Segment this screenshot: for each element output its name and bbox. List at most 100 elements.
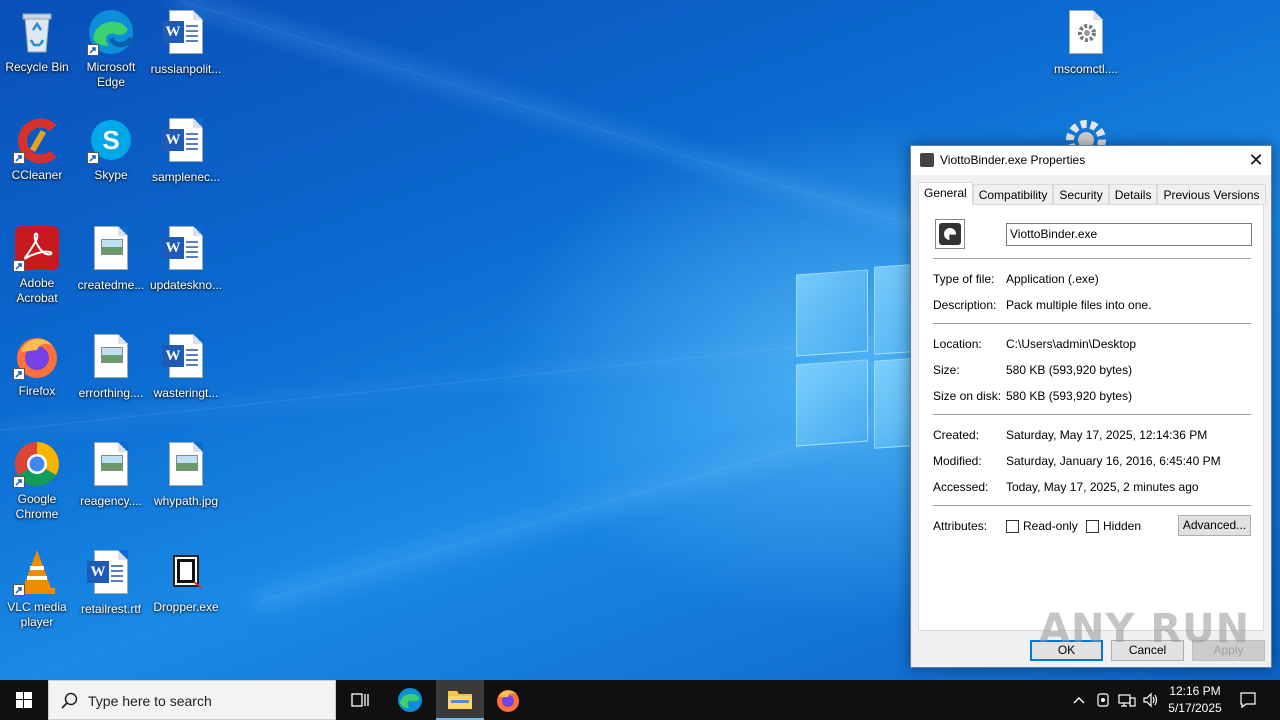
desktop-icon-word-document[interactable]: W samplenec... [148, 116, 224, 185]
network-button[interactable] [1116, 680, 1138, 720]
firefox-icon [13, 332, 61, 380]
start-button[interactable] [0, 680, 48, 720]
cancel-button[interactable]: Cancel [1111, 640, 1184, 661]
location-label: Location: [933, 337, 982, 351]
clock-date: 5/17/2025 [1168, 701, 1222, 715]
show-hidden-icons-button[interactable] [1068, 680, 1090, 720]
taskbar-clock[interactable]: 12:16 PM 5/17/2025 [1160, 683, 1230, 717]
word-document-icon: W [87, 550, 135, 598]
svg-text:S: S [102, 125, 119, 155]
task-view-button[interactable] [336, 680, 384, 720]
vlc-cone-icon [13, 548, 61, 596]
folder-icon [448, 691, 472, 709]
edge-icon [87, 8, 135, 56]
description-value: Pack multiple files into one. [1006, 298, 1152, 312]
tab-security[interactable]: Security [1053, 184, 1109, 205]
modified-value: Saturday, January 16, 2016, 6:45:40 PM [1006, 454, 1221, 468]
properties-dialog[interactable]: ViottoBinder.exe Properties ✕ General Co… [910, 145, 1272, 668]
desktop-icon-label: Dropper.exe [153, 600, 219, 614]
image-file-icon [87, 334, 135, 382]
network-icon [1118, 694, 1136, 707]
desktop-icon-label: mscomctl.... [1053, 62, 1118, 76]
created-label: Created: [933, 428, 980, 442]
dialog-titlebar[interactable]: ViottoBinder.exe Properties ✕ [911, 146, 1271, 175]
description-label: Description: [933, 298, 997, 312]
desktop-icon-microsoft-edge[interactable]: Microsoft Edge [73, 8, 149, 90]
divider [933, 323, 1251, 324]
shortcut-arrow-icon [13, 152, 25, 164]
recycle-bin-icon [13, 8, 61, 56]
accessed-value: Today, May 17, 2025, 2 minutes ago [1006, 480, 1199, 494]
checkbox-box[interactable] [1006, 519, 1019, 533]
size-on-disk-value: 580 KB (593,920 bytes) [1006, 389, 1133, 403]
checkbox-box[interactable] [1086, 519, 1099, 533]
edge-icon [398, 688, 422, 712]
chevron-up-icon [1073, 697, 1085, 704]
desktop-icon-word-document[interactable]: W retailrest.rtf [73, 548, 149, 617]
desktop-icon-label: retailrest.rtf [80, 602, 141, 616]
desktop-icon-label: russianpolit... [150, 62, 222, 76]
advanced-button[interactable]: Advanced... [1178, 515, 1251, 536]
tab-details[interactable]: Details [1108, 184, 1158, 205]
desktop-icon-firefox[interactable]: Firefox [0, 332, 75, 399]
desktop-icon-ccleaner[interactable]: CCleaner [0, 116, 75, 183]
type-label: Type of file: [933, 272, 995, 286]
desktop-icon-vlc[interactable]: VLC media player [0, 548, 75, 630]
desktop-icon-adobe-acrobat[interactable]: Adobe Acrobat [0, 224, 75, 306]
size-label: Size: [933, 363, 960, 377]
device-icon [1097, 693, 1109, 707]
desktop-icon-word-document[interactable]: W wasteringt... [148, 332, 224, 401]
tab-general[interactable]: General [918, 182, 973, 205]
application-icon [935, 219, 965, 249]
desktop-icon-word-document[interactable]: W russianpolit... [148, 8, 224, 77]
desktop-icon-mscomctl[interactable]: mscomctl.... [1048, 8, 1124, 77]
readonly-checkbox[interactable]: Read-only [1006, 519, 1078, 533]
action-center-button[interactable] [1234, 680, 1262, 720]
tab-compatibility[interactable]: Compatibility [972, 184, 1054, 205]
tray-device-button[interactable] [1093, 680, 1113, 720]
image-file-icon [162, 442, 210, 490]
desktop-icon-label: Adobe Acrobat [16, 276, 58, 305]
desktop-icon-label: Google Chrome [15, 492, 59, 521]
tab-previous-versions[interactable]: Previous Versions [1157, 184, 1266, 205]
file-name-field[interactable]: ViottoBinder.exe [1006, 223, 1252, 246]
taskbar-file-explorer-button[interactable] [436, 680, 484, 720]
word-document-icon: W [162, 10, 210, 58]
desktop-icon-google-chrome[interactable]: Google Chrome [0, 440, 75, 522]
shortcut-arrow-icon [87, 44, 99, 56]
application-icon [920, 153, 934, 167]
image-file-icon [87, 442, 135, 490]
desktop-icon-dropper-exe[interactable]: Dropper.exe [148, 548, 224, 615]
word-document-icon: W [162, 334, 210, 382]
shortcut-arrow-icon [13, 476, 25, 488]
ok-button[interactable]: OK [1030, 640, 1103, 661]
divider [933, 414, 1251, 415]
ccleaner-icon [13, 116, 61, 164]
apply-button: Apply [1192, 640, 1265, 661]
hidden-checkbox[interactable]: Hidden [1086, 519, 1141, 533]
desktop-icon-word-document[interactable]: W updateskno... [148, 224, 224, 293]
desktop-icon-image-file[interactable]: reagency.... [73, 440, 149, 509]
modified-label: Modified: [933, 454, 982, 468]
taskbar-firefox-button[interactable] [484, 680, 532, 720]
task-view-icon [351, 693, 369, 707]
taskbar: Type here to search 12:16 PM 5/17/2025 [0, 680, 1280, 720]
application-file-icon [162, 548, 210, 596]
search-box[interactable]: Type here to search [48, 680, 336, 720]
image-file-icon [87, 226, 135, 274]
desktop-icon-recycle-bin[interactable]: Recycle Bin [0, 8, 75, 75]
desktop-icon-label: Skype [94, 168, 128, 182]
close-icon[interactable]: ✕ [1241, 146, 1271, 175]
desktop-icon-image-file[interactable]: errorthing.... [73, 332, 149, 401]
taskbar-edge-button[interactable] [386, 680, 434, 720]
volume-button[interactable] [1140, 680, 1162, 720]
settings-file-icon [1062, 10, 1110, 58]
speaker-icon [1143, 692, 1158, 708]
firefox-icon [497, 690, 519, 712]
desktop-icon-skype[interactable]: S Skype [73, 116, 149, 183]
attributes-label: Attributes: [933, 519, 988, 533]
word-document-icon: W [162, 226, 210, 274]
desktop-icon-image-file[interactable]: createdme... [73, 224, 149, 293]
desktop-icon-image-file[interactable]: whypath.jpg [148, 440, 224, 509]
shortcut-arrow-icon [13, 260, 25, 272]
